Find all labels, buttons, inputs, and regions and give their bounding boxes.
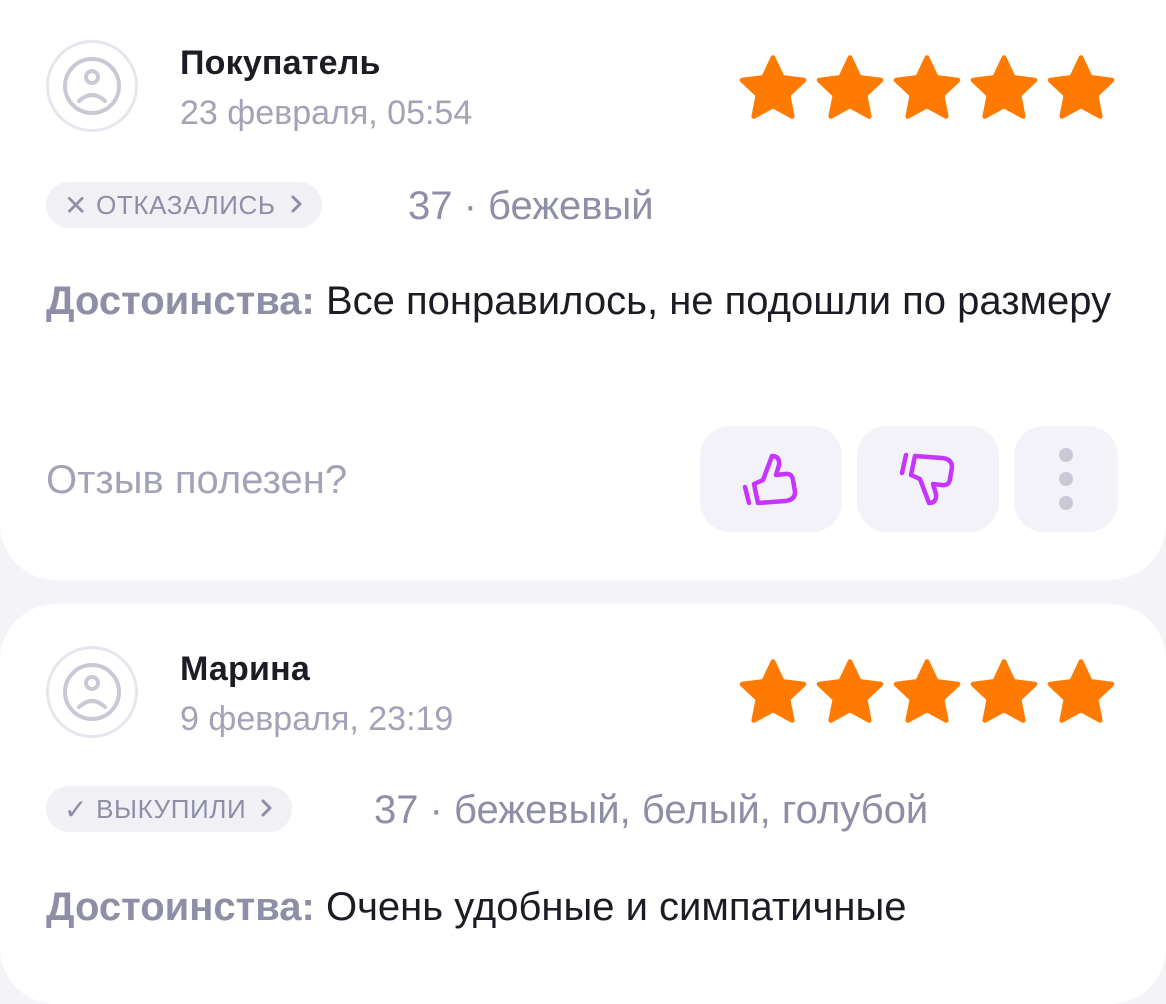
review-card: Марина 9 февраля, 23:19 ✓ ВЫКУПИЛИ 37 · …	[0, 604, 1166, 1004]
star-icon	[893, 659, 961, 723]
status-label: ОТКАЗАЛИСЬ	[96, 189, 276, 220]
star-icon	[816, 659, 884, 723]
sad-face-icon	[63, 57, 121, 115]
star-icon	[1047, 659, 1115, 723]
star-icon	[893, 55, 961, 119]
status-label: ВЫКУПИЛИ	[96, 793, 247, 824]
pros-text: Очень удобные и симпатичные	[314, 885, 907, 929]
pros-label: Достоинства:	[46, 885, 315, 929]
star-icon	[739, 55, 807, 119]
review-author: Марина	[180, 650, 310, 688]
star-icon	[739, 659, 807, 723]
pros-label: Достоинства:	[46, 279, 315, 323]
avatar	[46, 40, 138, 132]
dislike-button[interactable]	[857, 426, 999, 532]
review-date: 9 февраля, 23:19	[180, 700, 454, 738]
review-pros: Достоинства: Все понравилось, не подошли…	[46, 270, 1126, 332]
product-variant: 37 · бежевый, белый, голубой	[374, 788, 929, 832]
rating-stars	[736, 54, 1118, 120]
helpful-question: Отзыв полезен?	[46, 458, 348, 502]
review-date: 23 февраля, 05:54	[180, 94, 473, 132]
thumbs-up-icon	[742, 453, 798, 506]
star-icon	[816, 55, 884, 119]
status-badge[interactable]: ✓ ВЫКУПИЛИ	[46, 786, 293, 832]
review-author: Покупатель	[180, 44, 381, 82]
sad-face-icon	[63, 663, 121, 721]
star-icon	[970, 55, 1038, 119]
status-mark: ✕	[64, 189, 89, 221]
avatar	[46, 646, 138, 738]
pros-text: Все понравилось, не подошли по размеру	[314, 279, 1112, 323]
more-vertical-icon	[1059, 448, 1073, 510]
status-badge[interactable]: ✕ ОТКАЗАЛИСЬ	[46, 182, 322, 228]
star-icon	[1047, 55, 1115, 119]
more-button[interactable]	[1014, 426, 1118, 532]
star-icon	[970, 659, 1038, 723]
thumbs-down-icon	[899, 452, 955, 506]
chevron-right-icon	[290, 190, 304, 221]
product-variant: 37 · бежевый	[408, 184, 654, 228]
chevron-right-icon	[260, 794, 274, 825]
review-pros: Достоинства: Очень удобные и симпатичные	[46, 876, 1126, 938]
rating-stars	[736, 658, 1118, 724]
status-mark: ✓	[64, 793, 89, 825]
like-button[interactable]	[700, 426, 842, 532]
